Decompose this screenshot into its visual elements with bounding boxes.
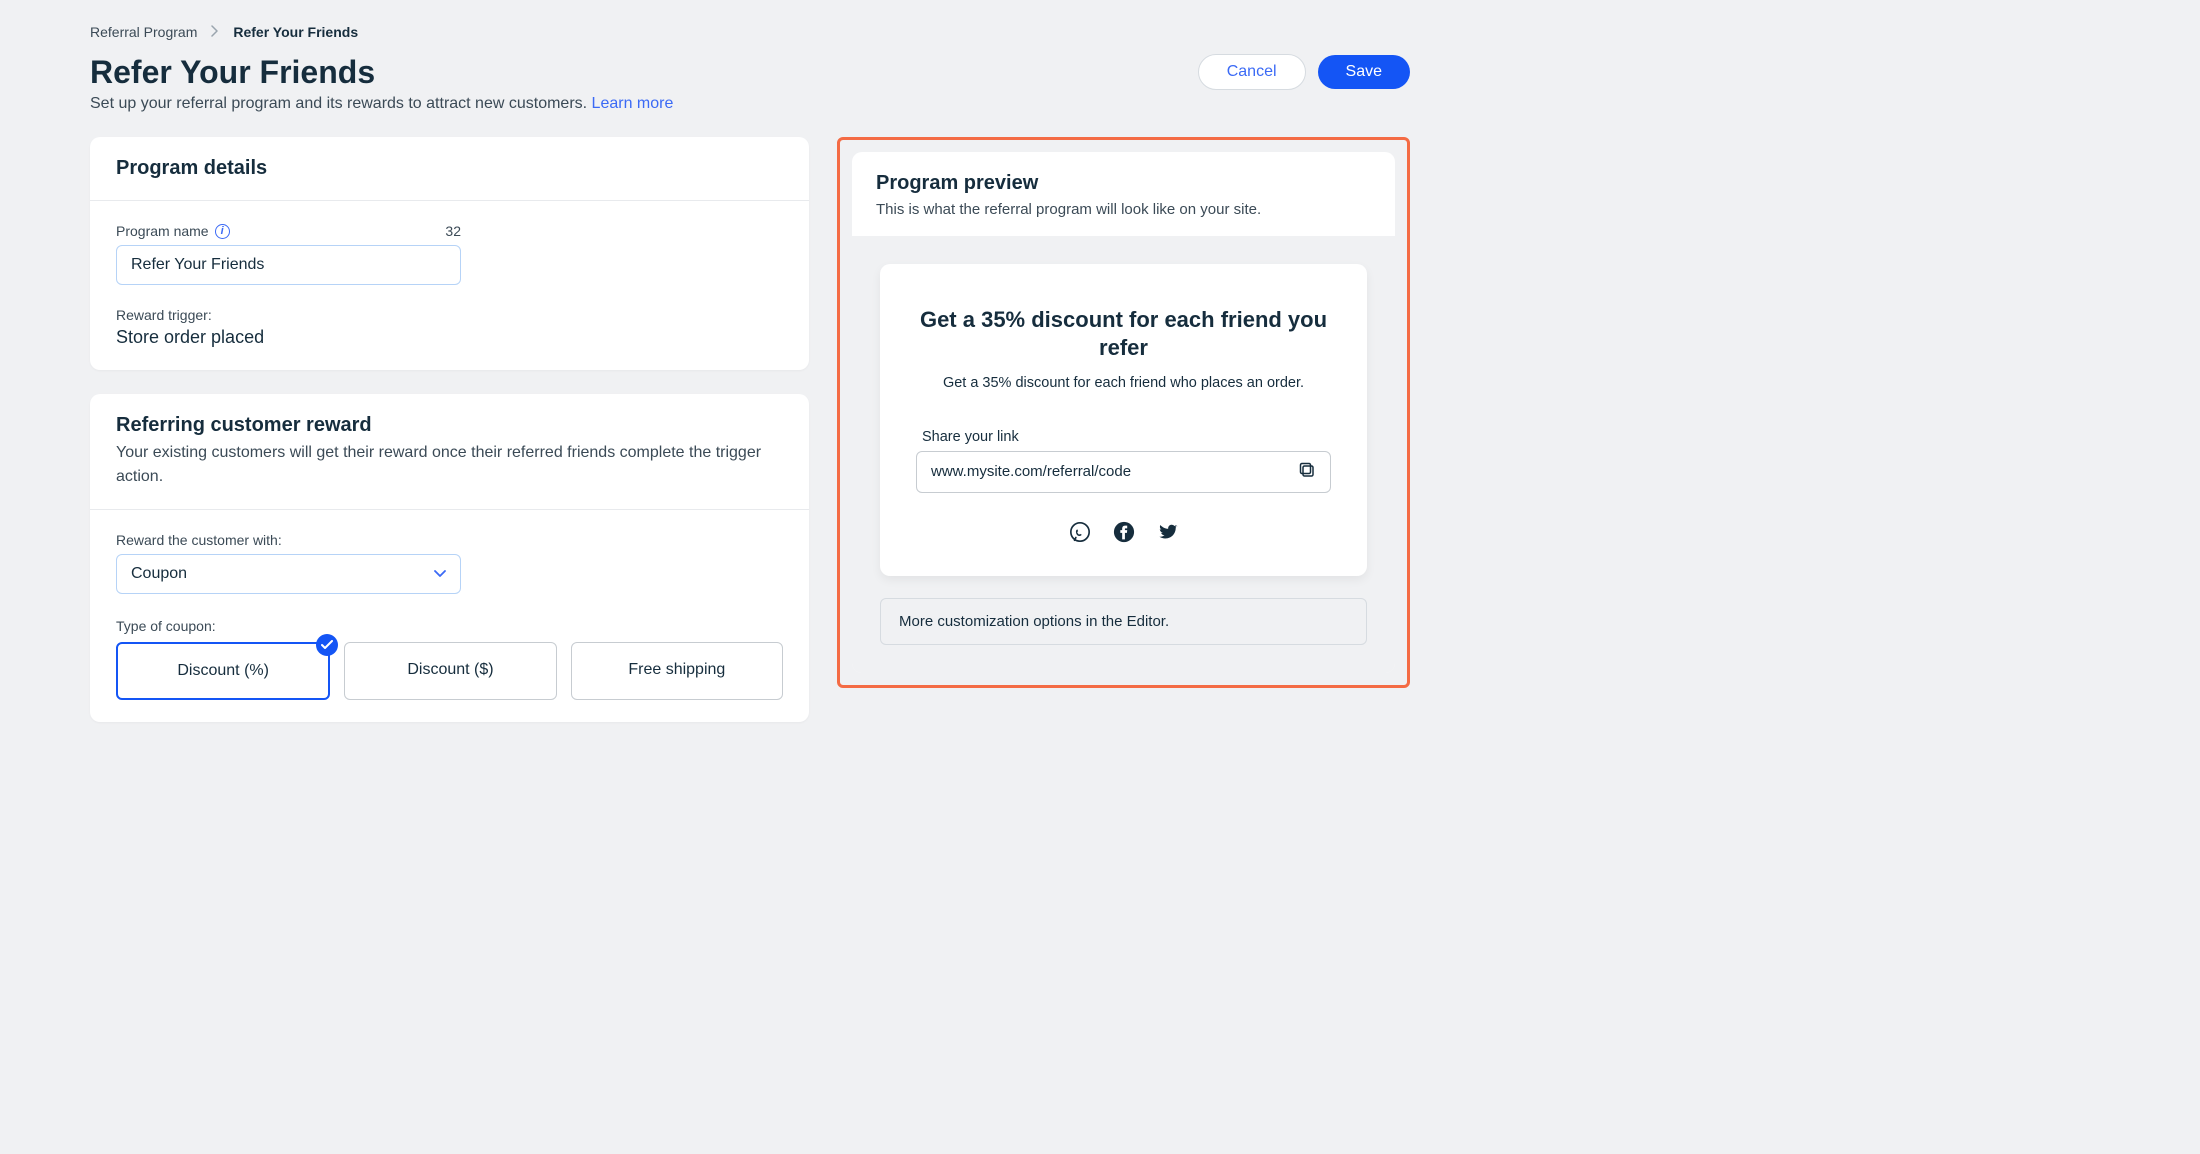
preview-title: Program preview [876,172,1371,195]
breadcrumb-parent[interactable]: Referral Program [90,24,197,40]
coupon-type-label: Type of coupon: [116,618,783,634]
program-details-title: Program details [116,157,783,180]
reward-trigger-label: Reward trigger: [116,307,783,323]
program-name-label: Program name [116,223,209,239]
page-title: Refer Your Friends [90,54,673,91]
info-icon[interactable]: i [215,224,230,239]
learn-more-link[interactable]: Learn more [592,95,674,112]
reward-trigger-value: Store order placed [116,327,783,348]
reward-with-label: Reward the customer with: [116,532,783,548]
whatsapp-icon[interactable] [1069,521,1091,548]
program-preview-highlight: Program preview This is what the referra… [837,137,1410,688]
preview-subtext: Get a 35% discount for each friend who p… [916,375,1331,391]
reward-with-select[interactable]: Coupon [116,554,461,594]
page-subtitle: Set up your referral program and its rew… [90,95,673,113]
twitter-icon[interactable] [1157,521,1179,548]
save-button[interactable]: Save [1318,55,1410,89]
chevron-down-icon [434,565,446,583]
program-name-input[interactable] [116,245,461,285]
breadcrumb-current: Refer Your Friends [233,24,358,40]
coupon-option-discount-dollar[interactable]: Discount ($) [344,642,556,700]
coupon-option-discount-percent[interactable]: Discount (%) [116,642,330,700]
referring-reward-title: Referring customer reward [116,414,783,437]
coupon-option-free-shipping[interactable]: Free shipping [571,642,783,700]
facebook-icon[interactable] [1113,521,1135,548]
name-character-counter: 32 [445,223,461,239]
chevron-right-icon [211,24,219,40]
selected-check-icon [316,634,338,656]
referral-link-box: www.mysite.com/referral/code [916,451,1331,493]
referral-link-text: www.mysite.com/referral/code [931,463,1131,480]
reward-with-value: Coupon [131,565,187,583]
share-link-label: Share your link [922,429,1331,445]
cancel-button[interactable]: Cancel [1198,54,1306,90]
referring-reward-desc: Your existing customers will get their r… [116,441,783,489]
copy-icon[interactable] [1298,461,1316,483]
preview-desc: This is what the referral program will l… [876,199,1371,222]
preview-headline: Get a 35% discount for each friend you r… [916,306,1331,363]
breadcrumb: Referral Program Refer Your Friends [90,24,1410,40]
referring-reward-card: Referring customer reward Your existing … [90,394,809,722]
more-customization-note: More customization options in the Editor… [880,598,1367,645]
preview-widget: Get a 35% discount for each friend you r… [880,264,1367,576]
program-details-card: Program details Program name i 32 Reward… [90,137,809,370]
